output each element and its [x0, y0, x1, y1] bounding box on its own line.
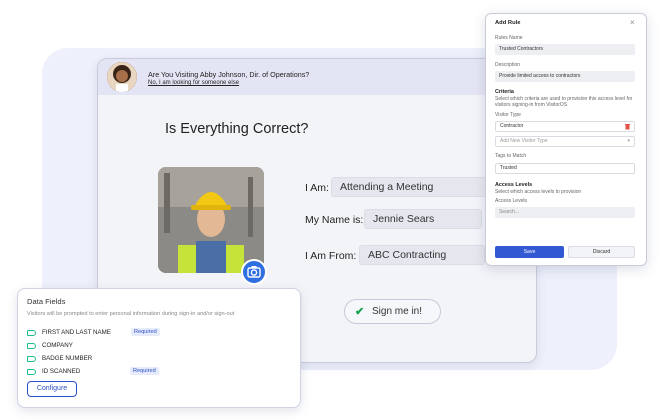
not-this-host-link[interactable]: No, I am looking for someone else: [148, 80, 239, 86]
field-label-company: I Am From:: [305, 250, 357, 262]
data-field-item: BADGE NUMBER: [27, 355, 287, 365]
field-label-purpose: I Am:: [305, 182, 329, 194]
host-question: Are You Visiting Abby Johnson, Dir. of O…: [148, 70, 310, 79]
company-field[interactable]: ABC Contracting: [359, 245, 485, 265]
visitor-type-value: Contractor: [500, 123, 524, 129]
access-levels-label: Access Levels: [495, 198, 527, 204]
retake-photo-button[interactable]: [241, 259, 267, 285]
add-visitor-type-select[interactable]: Add New Visitor Type ▾: [495, 136, 635, 147]
tags-value: Trusted: [500, 165, 517, 171]
access-levels-title: Access Levels: [495, 182, 533, 188]
data-field-name: FIRST AND LAST NAME: [42, 329, 111, 336]
data-field-item: FIRST AND LAST NAME Required: [27, 328, 287, 339]
data-field-name: BADGE NUMBER: [42, 355, 93, 362]
data-fields-title: Data Fields: [27, 297, 66, 306]
page-title: Is Everything Correct?: [165, 121, 309, 137]
tag-icon: [27, 356, 36, 362]
purpose-field[interactable]: Attending a Meeting: [331, 177, 491, 197]
visitor-type-select[interactable]: Contractor: [495, 121, 635, 132]
tag-icon: [27, 369, 36, 375]
discard-button[interactable]: Discard: [568, 246, 635, 258]
data-fields-card: Data Fields Visitors will be prompted to…: [17, 288, 301, 408]
save-button[interactable]: Save: [495, 246, 564, 258]
description-input[interactable]: Provide limited access to contractors: [495, 71, 635, 82]
description-label: Description: [495, 62, 521, 68]
host-confirm-bar: Are You Visiting Abby Johnson, Dir. of O…: [98, 59, 536, 95]
field-label-name: My Name is:: [305, 214, 364, 226]
tag-icon: [27, 330, 36, 336]
visitor-type-label: Visitor Type: [495, 112, 521, 118]
rule-name-input[interactable]: Trusted Contractors: [495, 44, 635, 55]
add-rule-title: Add Rule: [495, 20, 521, 26]
close-icon[interactable]: ×: [630, 18, 635, 27]
data-field-name: COMPANY: [42, 342, 73, 349]
sign-in-button[interactable]: ✔ Sign me in!: [344, 299, 441, 324]
criteria-description: Select which criteria are used to provis…: [495, 96, 633, 108]
data-field-name: ID SCANNED: [42, 368, 81, 375]
check-icon: ✔: [355, 306, 365, 318]
data-fields-description: Visitors will be prompted to enter perso…: [27, 311, 235, 317]
tags-select[interactable]: Trusted: [495, 163, 635, 174]
data-field-item: COMPANY: [27, 342, 287, 352]
access-levels-description: Select which access levels to provision: [495, 189, 582, 195]
data-field-item: ID SCANNED Required: [27, 367, 287, 378]
add-visitor-type-placeholder: Add New Visitor Type: [500, 138, 548, 144]
name-field[interactable]: Jennie Sears: [364, 209, 482, 229]
tag-icon: [27, 343, 36, 349]
tags-label: Tags to Match: [495, 153, 527, 159]
required-badge: Required: [130, 367, 159, 375]
criteria-title: Criteria: [495, 89, 514, 95]
access-levels-search[interactable]: Search...: [495, 207, 635, 218]
host-avatar: [107, 62, 137, 92]
chevron-down-icon: ▾: [627, 138, 630, 144]
visitor-photo: [158, 167, 264, 273]
add-rule-panel: Add Rule × Rules Name Trusted Contractor…: [485, 13, 647, 266]
sign-in-label: Sign me in!: [372, 306, 423, 317]
rule-name-label: Rules Name: [495, 35, 523, 41]
camera-icon: [247, 266, 261, 278]
required-badge: Required: [131, 328, 160, 336]
trash-icon[interactable]: [624, 123, 631, 130]
configure-button[interactable]: Configure: [27, 381, 77, 397]
